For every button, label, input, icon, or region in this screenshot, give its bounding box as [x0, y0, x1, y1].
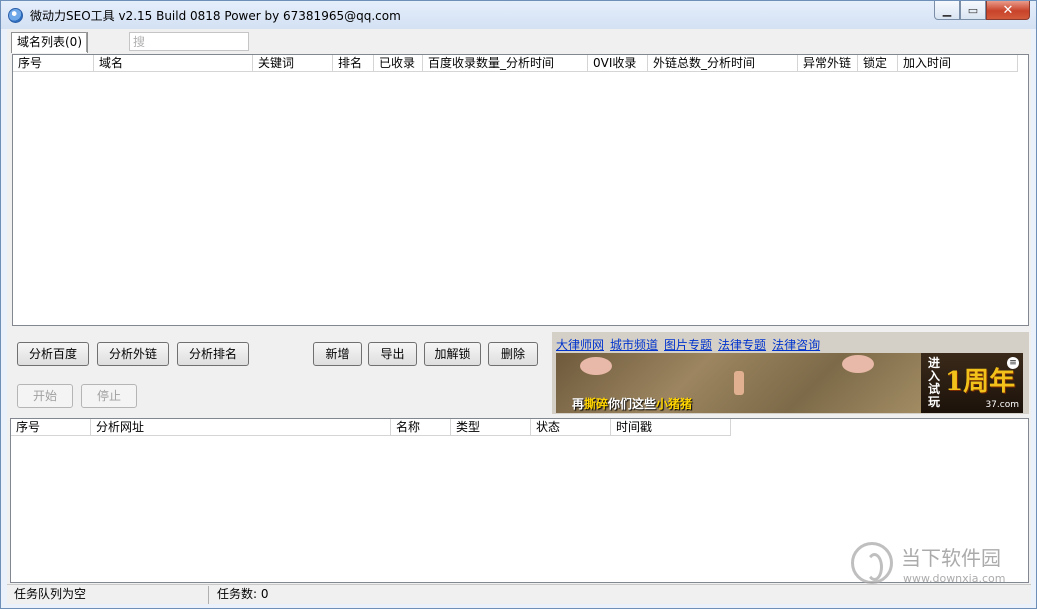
- search-input[interactable]: [129, 32, 249, 51]
- domain-table-header: 序号 域名 关键词 排名 已收录 百度收录数量_分析时间 0VI收录 外链总数_…: [13, 55, 1018, 72]
- window-title: 微动力SEO工具 v2.15 Build 0818 Power by 67381…: [30, 9, 401, 23]
- ad-link-row: 大律师网 城市频道 图片专题 法律专题 法律咨询: [556, 336, 820, 353]
- tab-domain-list[interactable]: 域名列表(0): [11, 32, 88, 53]
- col-keyword[interactable]: 关键词: [253, 55, 333, 72]
- ad-link-city[interactable]: 城市频道: [610, 336, 658, 353]
- col-task-status[interactable]: 状态: [531, 419, 611, 436]
- analyze-links-button[interactable]: 分析外链: [97, 342, 169, 366]
- col-rank[interactable]: 排名: [333, 55, 374, 72]
- col-task-index[interactable]: 序号: [11, 419, 91, 436]
- ad-warrior-image: [734, 371, 744, 395]
- stop-button[interactable]: 停止: [81, 384, 137, 408]
- col-index[interactable]: 序号: [13, 55, 94, 72]
- domain-table[interactable]: 序号 域名 关键词 排名 已收录 百度收录数量_分析时间 0VI收录 外链总数_…: [12, 54, 1029, 326]
- ad-caption-highlight: 撕碎: [584, 397, 609, 411]
- col-backlinks[interactable]: 外链总数_分析时间: [648, 55, 798, 72]
- col-task-name[interactable]: 名称: [391, 419, 451, 436]
- col-indexed[interactable]: 已收录: [374, 55, 423, 72]
- ad-caption-highlight: 小猪猪: [656, 397, 693, 411]
- ad-site-text: 37.com: [985, 400, 1019, 410]
- ad-link-law-consult[interactable]: 法律咨询: [772, 336, 820, 353]
- close-button[interactable]: ✕: [986, 1, 1030, 20]
- col-baidu-indexed[interactable]: 百度收录数量_分析时间: [423, 55, 588, 72]
- app-globe-icon: [8, 8, 23, 23]
- close-icon: ✕: [1002, 2, 1014, 18]
- col-ovi-indexed[interactable]: 0VI收录: [588, 55, 648, 72]
- col-abnormal-links[interactable]: 异常外链: [798, 55, 858, 72]
- lock-unlock-button[interactable]: 加解锁: [424, 342, 481, 366]
- status-bar: 任务队列为空 任务数: 0: [7, 584, 1031, 604]
- tab-divider: [86, 32, 87, 52]
- ad-link-lawyer[interactable]: 大律师网: [556, 336, 604, 353]
- client-area: 域名列表(0) 序号 域名 关键词 排名 已收录 百度收录数量_分析时间 0VI…: [7, 29, 1031, 604]
- export-button[interactable]: 导出: [368, 342, 417, 366]
- ad-link-pictures[interactable]: 图片专题: [664, 336, 712, 353]
- ad-caption-prefix: 再: [572, 397, 585, 411]
- ad-play-now-text: 进入试玩: [927, 356, 940, 409]
- ad-caption-middle: 你们这些: [608, 397, 657, 411]
- minimize-button[interactable]: ▁: [934, 1, 960, 20]
- analyze-rank-button[interactable]: 分析排名: [177, 342, 249, 366]
- ad-link-law-topics[interactable]: 法律专题: [718, 336, 766, 353]
- col-task-url[interactable]: 分析网址: [91, 419, 391, 436]
- ad-panel: 大律师网 城市频道 图片专题 法律专题 法律咨询 再撕碎你们这些小猪猪 进入试玩…: [552, 332, 1029, 414]
- col-task-timestamp[interactable]: 时间戳: [611, 419, 731, 436]
- tab-bar: 域名列表(0): [7, 29, 1031, 53]
- ad-side-panel: 进入试玩 1周年 ≡ 37.com: [921, 353, 1023, 413]
- status-queue: 任务队列为空: [10, 586, 209, 604]
- ad-anniversary-logo: 1周年: [945, 367, 1016, 397]
- ad-pig-image: [842, 355, 874, 373]
- ad-badge-icon: ≡: [1007, 357, 1019, 369]
- col-added-time[interactable]: 加入时间: [898, 55, 1018, 72]
- analyze-baidu-button[interactable]: 分析百度: [17, 342, 89, 366]
- title-bar[interactable]: 微动力SEO工具 v2.15 Build 0818 Power by 67381…: [1, 1, 1036, 29]
- status-task-count: 任务数: 0: [217, 587, 269, 601]
- col-task-type[interactable]: 类型: [451, 419, 531, 436]
- add-button[interactable]: 新增: [313, 342, 362, 366]
- delete-button[interactable]: 删除: [488, 342, 538, 366]
- ad-pig-image: [580, 357, 612, 375]
- maximize-button[interactable]: ▭: [960, 1, 986, 20]
- col-locked[interactable]: 锁定: [858, 55, 898, 72]
- ad-caption: 再撕碎你们这些小猪猪: [572, 395, 692, 412]
- task-table[interactable]: 序号 分析网址 名称 类型 状态 时间戳: [10, 418, 1029, 583]
- window-controls: ▁ ▭ ✕: [934, 1, 1030, 21]
- col-domain[interactable]: 域名: [94, 55, 253, 72]
- task-table-header: 序号 分析网址 名称 类型 状态 时间戳: [11, 419, 731, 436]
- maximize-icon: ▭: [967, 3, 979, 17]
- app-window: 微动力SEO工具 v2.15 Build 0818 Power by 67381…: [0, 0, 1037, 609]
- minimize-icon: ▁: [942, 3, 952, 17]
- ad-banner[interactable]: 再撕碎你们这些小猪猪 进入试玩 1周年 ≡ 37.com: [556, 353, 1023, 413]
- start-button[interactable]: 开始: [17, 384, 73, 408]
